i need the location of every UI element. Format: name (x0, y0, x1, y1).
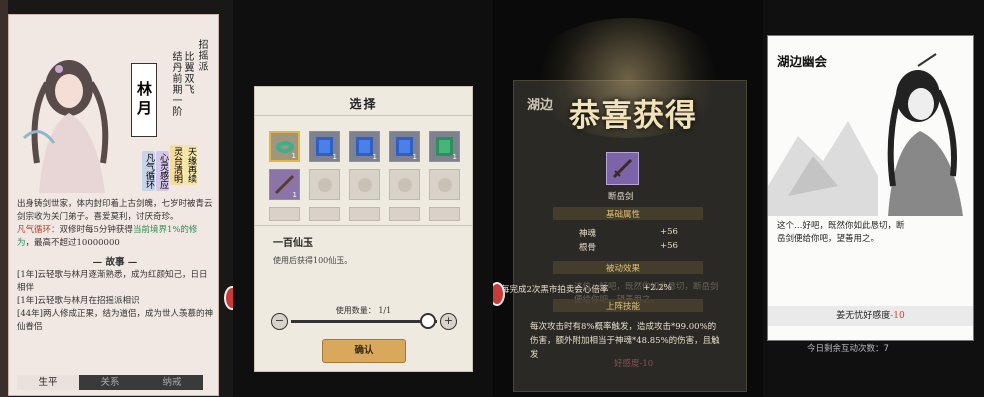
bio-text: 出身铸剑世家，体内封印着上古剑魄，七岁时被青云剑宗收为关门弟子。喜爱莫利，讨厌奇… (17, 199, 213, 222)
cultivation-label: 结丹前期一阶 (170, 51, 181, 117)
character-name: 林月 (131, 63, 157, 137)
yin-yang-icon (438, 178, 452, 192)
reward-panel: 这位…好吧，既然你如此恳切，断岳剑便给你吧，望善用之。 好感度-10 湖边 恭喜… (493, 0, 763, 397)
yin-yang-icon (358, 178, 372, 192)
effect-text: 双修时每5分钟获得 (59, 225, 133, 235)
attr-name: 神魂 (579, 229, 597, 239)
effect-label: 凡气循环： (17, 225, 60, 235)
story-entry: [44年]两人修成正果，结为道侣，成为世人羡慕的神仙眷侣 (17, 309, 213, 332)
trait-tag[interactable]: 凡气循环 (142, 151, 155, 191)
sect-label: 招摇派 (196, 39, 207, 72)
minus-button[interactable]: − (271, 313, 288, 330)
select-dialog: 选择 1 1 1 1 1 1 一百仙玉 使用后获得100仙玉。 使用数量： 1/… (254, 86, 473, 372)
story-entry: [1年]云轻歌与林月逐渐熟悉，成为红颜知己，日日相伴 (17, 270, 208, 293)
quantity-slider[interactable] (291, 320, 437, 323)
story-heading: — 故事 — (92, 257, 138, 268)
trait-tag[interactable]: 心灵感应 (156, 151, 169, 191)
item-slot-empty (309, 169, 340, 200)
quantity-label: 使用数量： 1/1 (335, 306, 392, 315)
attr-value: +56 (660, 241, 678, 251)
tab-relations[interactable]: 关系 (79, 375, 141, 390)
attr-value: +56 (660, 227, 678, 237)
reward-item-name: 断岳剑 (608, 192, 634, 202)
sword-icon (612, 158, 633, 179)
title-label: 比翼双飞 (182, 51, 193, 95)
item-slot-blue-book[interactable]: 1 (309, 131, 340, 162)
divider (255, 225, 472, 226)
favor-change: 姜无忧好感度-10 (768, 306, 973, 326)
item-slot-empty (269, 207, 300, 221)
item-slot-empty (389, 207, 420, 221)
slider-knob[interactable] (420, 313, 436, 329)
confirm-button[interactable]: 确认 (322, 339, 406, 363)
event-card: 湖边幽会 这个…好吧，既然你如此恳切，断岳剑便给你吧，望善用之。 姜无忧好感度-… (767, 35, 974, 341)
item-select-panel: 选择 1 1 1 1 1 1 一百仙玉 使用后获得100仙玉。 使用数量： 1/… (233, 0, 493, 397)
tab-storage-ring[interactable]: 纳戒 (141, 375, 203, 390)
favor-value: -10 (890, 311, 905, 321)
divider (255, 115, 472, 116)
character-portrait (22, 60, 109, 193)
item-slot-empty (349, 169, 380, 200)
character-profile-panel: 林月 招摇派 结丹前期一阶 比翼双飞 天缘再续 灵台清明 心灵感应 凡气循环 出… (0, 0, 233, 397)
trait-tag[interactable]: 灵台清明 (170, 145, 183, 185)
item-slot-jade[interactable]: 1 (269, 131, 300, 162)
selected-item-name: 一百仙玉 (273, 238, 313, 249)
effect-tail: ，最高不超过10000000 (25, 238, 120, 248)
passive-value: +2.2% (643, 283, 672, 293)
reward-item-slot[interactable] (606, 152, 639, 185)
item-slot-green-book[interactable]: 1 (429, 131, 460, 162)
side-toggle-button[interactable] (493, 282, 505, 306)
tab-life[interactable]: 生平 (17, 375, 79, 390)
trait-tag[interactable]: 天缘再续 (184, 145, 197, 185)
item-slot-empty (429, 169, 460, 200)
selected-item-desc: 使用后获得100仙玉。 (273, 256, 353, 265)
item-slot-empty (309, 207, 340, 221)
event-panel: 湖边幽会 这个…好吧，既然你如此恳切，断岳剑便给你吧，望善用之。 姜无忧好感度-… (763, 0, 984, 397)
event-title: 湖边幽会 (777, 54, 828, 69)
attr-name: 根骨 (579, 243, 597, 253)
item-slot-blue-book[interactable]: 1 (389, 131, 420, 162)
item-slot-empty (349, 207, 380, 221)
favor-label: 姜无忧好感度 (836, 311, 891, 321)
yin-yang-icon (398, 178, 412, 192)
event-dialog: 这个…好吧，既然你如此恳切，断岳剑便给你吧，望善用之。 (777, 221, 905, 244)
dialog-title: 选择 (349, 97, 378, 111)
item-slot-empty (429, 207, 460, 221)
skill-description: 每次攻击时有8%概率触发，造成攻击*99.00%的伤害，额外附加相当于神魂*48… (530, 322, 720, 360)
item-slot-sword[interactable]: 1 (269, 169, 300, 200)
story-list: [1年]云轻歌与林月逐渐熟悉，成为红颜知己，日日相伴 [1年]云轻歌与林月在招摇… (17, 269, 213, 334)
item-slot-blue-book[interactable]: 1 (349, 131, 380, 162)
quantity-value: 1/1 (378, 306, 392, 315)
profile-tabs: 生平 关系 纳戒 (17, 375, 203, 390)
section-basic-attr: 基础属性 (606, 210, 641, 220)
story-entry: [1年]云轻歌与林月在招摇派相识 (17, 296, 140, 306)
item-slot-empty (389, 169, 420, 200)
profile-card: 林月 招摇派 结丹前期一阶 比翼双飞 天缘再续 灵台清明 心灵感应 凡气循环 出… (8, 14, 219, 396)
yin-yang-icon (318, 178, 332, 192)
congrats-title: 恭喜获得 (569, 98, 697, 134)
section-skill: 上阵技能 (606, 302, 641, 312)
scroll-rod (0, 0, 8, 397)
side-toggle-button[interactable] (224, 286, 233, 310)
passive-text: 每完成2次黑市拍卖会心倍率 (501, 285, 609, 295)
character-bio: 出身铸剑世家，体内封印着上古剑魄，七岁时被青云剑宗收为关门弟子。喜爱莫利，讨厌奇… (17, 198, 213, 250)
remaining-interactions: 今日剩余互动次数：7 (807, 344, 889, 354)
plus-button[interactable]: + (440, 313, 457, 330)
section-passive: 被动效果 (606, 264, 641, 274)
